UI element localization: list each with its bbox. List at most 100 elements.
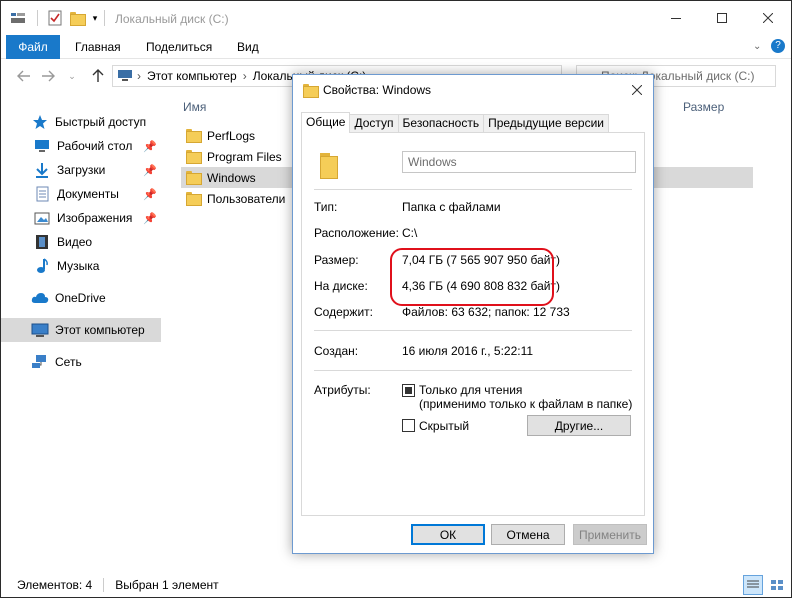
general-tab-panel: Windows Тип: Папка с файлами Расположени… — [301, 132, 645, 516]
sidebar-item-label: Музыка — [57, 259, 100, 273]
details-view-icon[interactable] — [743, 575, 763, 595]
ok-button[interactable]: ОК — [411, 524, 485, 545]
system-menu-icon[interactable] — [9, 9, 27, 27]
up-arrow-icon[interactable] — [89, 67, 107, 85]
hidden-checkbox[interactable] — [402, 419, 415, 432]
type-value: Папка с файлами — [402, 200, 501, 214]
chevron-right-icon: › — [137, 69, 141, 83]
forward-arrow-icon[interactable] — [39, 67, 57, 85]
sidebar-item-label: Изображения — [57, 211, 133, 225]
readonly-checkbox[interactable] — [402, 384, 415, 397]
status-bar: Элементов: 4 Выбран 1 элемент — [1, 573, 791, 597]
sidebar-item-quick-access[interactable]: Быстрый доступ — [1, 110, 161, 134]
folder-icon — [186, 171, 202, 185]
sidebar-item-onedrive[interactable]: OneDrive — [1, 286, 161, 310]
help-icon[interactable]: ? — [771, 39, 785, 53]
sidebar-item-label: Этот компьютер — [55, 323, 145, 337]
cloud-icon — [31, 290, 49, 306]
computer-icon — [117, 69, 133, 84]
tab-home[interactable]: Главная — [65, 35, 131, 59]
contains-value: Файлов: 63 632; папок: 12 733 — [402, 305, 570, 319]
sidebar-item-label: Рабочий стол — [57, 139, 133, 153]
created-label: Создан: — [314, 344, 359, 358]
sidebar-item-label: OneDrive — [55, 291, 106, 305]
toolbar-separator — [104, 10, 105, 26]
large-icons-view-icon[interactable] — [767, 575, 787, 595]
explorer-window: ▾ Локальный диск (C:) Файл Главная Подел… — [0, 0, 792, 598]
file-name: Program Files — [207, 149, 282, 164]
breadcrumb-this-pc[interactable]: Этот компьютер — [147, 69, 237, 83]
pin-icon[interactable]: 📌 — [143, 188, 157, 201]
properties-icon[interactable] — [46, 9, 64, 27]
dialog-tabs: Общие Доступ Безопасность Предыдущие вер… — [301, 112, 610, 133]
location-value: C:\ — [402, 226, 418, 240]
sidebar-item-network[interactable]: Сеть — [1, 350, 161, 374]
expand-ribbon-icon[interactable]: ⌄ — [753, 41, 761, 52]
recent-locations-icon[interactable]: ⌄ — [63, 67, 81, 85]
maximize-button[interactable] — [699, 1, 745, 35]
title-bar: ▾ Локальный диск (C:) — [1, 1, 791, 35]
pin-icon[interactable]: 📌 — [143, 140, 157, 153]
tab-previous-versions[interactable]: Предыдущие версии — [483, 114, 610, 133]
customize-toolbar-icon[interactable]: ▾ — [89, 9, 101, 27]
folder-icon — [303, 84, 319, 98]
type-label: Тип: — [314, 200, 338, 214]
sidebar-item-video[interactable]: Видео — [1, 230, 161, 254]
sidebar-item-music[interactable]: Музыка — [1, 254, 161, 278]
folder-icon — [186, 129, 202, 143]
network-icon — [31, 354, 49, 370]
tab-general[interactable]: Общие — [301, 112, 351, 133]
new-folder-icon[interactable] — [68, 9, 86, 27]
advanced-button[interactable]: Другие... — [527, 415, 631, 436]
size-on-disk-label: На диске: — [314, 279, 368, 293]
created-value: 16 июля 2016 г., 5:22:11 — [402, 344, 534, 358]
sidebar-item-label: Сеть — [55, 355, 82, 369]
pin-icon[interactable]: 📌 — [143, 212, 157, 225]
tab-security[interactable]: Безопасность — [397, 114, 485, 133]
readonly-label: Только для чтения — [419, 383, 523, 397]
dialog-title: Свойства: Windows — [323, 83, 432, 97]
music-icon — [33, 258, 51, 274]
ribbon-tabs: Файл Главная Поделиться Вид ⌄ ? — [1, 35, 791, 59]
tab-sharing[interactable]: Доступ — [349, 114, 399, 133]
folder-icon — [186, 192, 202, 206]
apply-button[interactable]: Применить — [573, 524, 647, 545]
folder-icon — [186, 150, 202, 164]
sidebar-item-label: Видео — [57, 235, 93, 249]
minimize-button[interactable] — [653, 1, 699, 35]
navigation-pane: Быстрый доступ Рабочий стол 📌 Загрузки 📌… — [1, 92, 166, 569]
close-button[interactable] — [745, 1, 791, 35]
pictures-icon — [33, 210, 51, 226]
window-title: Локальный диск (C:) — [115, 12, 229, 26]
sidebar-item-label: Документы — [57, 187, 119, 201]
documents-icon — [33, 186, 51, 202]
file-name: Windows — [207, 170, 256, 185]
folder-name-field[interactable]: Windows — [402, 151, 636, 173]
folder-icon — [320, 153, 342, 179]
cancel-button[interactable]: Отмена — [491, 524, 565, 545]
sidebar-item-downloads[interactable]: Загрузки 📌 — [1, 158, 161, 182]
tab-view[interactable]: Вид — [227, 35, 269, 59]
sidebar-item-desktop[interactable]: Рабочий стол 📌 — [1, 134, 161, 158]
selection-count: Выбран 1 элемент — [115, 578, 219, 592]
pin-icon[interactable]: 📌 — [143, 164, 157, 177]
dialog-close-button[interactable] — [627, 81, 647, 99]
sidebar-item-documents[interactable]: Документы 📌 — [1, 182, 161, 206]
back-arrow-icon[interactable] — [15, 67, 33, 85]
file-name: PerfLogs — [207, 128, 256, 143]
divider — [314, 330, 632, 331]
desktop-icon — [33, 138, 51, 154]
sidebar-item-pictures[interactable]: Изображения 📌 — [1, 206, 161, 230]
sidebar-item-label: Загрузки — [57, 163, 106, 177]
sidebar-item-this-pc[interactable]: Этот компьютер — [1, 318, 161, 342]
column-header-name[interactable]: Имя — [183, 100, 206, 114]
sidebar-item-label: Быстрый доступ — [55, 115, 147, 129]
column-header-size[interactable]: Размер — [683, 100, 724, 114]
tab-share[interactable]: Поделиться — [136, 35, 222, 59]
properties-dialog: Свойства: Windows Общие Доступ Безопасно… — [292, 74, 654, 554]
hidden-label: Скрытый — [419, 419, 470, 433]
item-count: Элементов: 4 — [17, 578, 93, 592]
tab-file[interactable]: Файл — [6, 35, 60, 59]
divider — [314, 370, 632, 371]
chevron-right-icon: › — [242, 69, 247, 83]
